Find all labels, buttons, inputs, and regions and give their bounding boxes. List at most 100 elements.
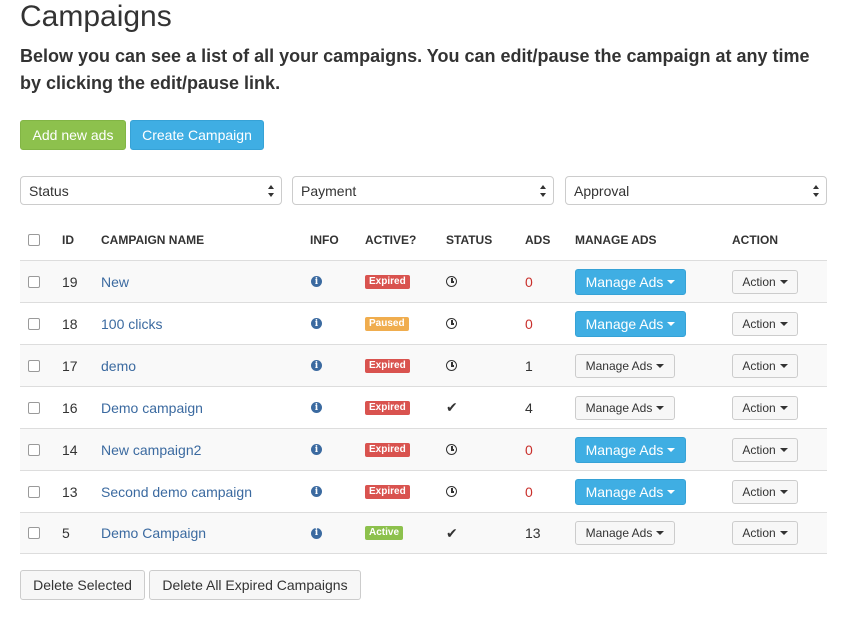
table-row: 16 Demo campaign i Expired ✔ 4 Manage Ads Actio… xyxy=(20,386,827,428)
ads-count: 0 xyxy=(525,483,533,500)
manage-ads-label: Manage Ads xyxy=(585,400,653,415)
payment-filter-select[interactable]: Payment xyxy=(292,176,554,205)
active-badge: Expired xyxy=(365,400,410,415)
table-row: 5 Demo Campaign i Active ✔ 13 Manage Ads Action xyxy=(20,512,827,554)
row-checkbox[interactable] xyxy=(28,401,40,414)
campaign-name-link[interactable]: Second demo campaign xyxy=(101,484,252,500)
header-status: STATUS xyxy=(446,233,493,247)
action-label: Action xyxy=(742,442,776,457)
caret-down-icon xyxy=(779,321,788,326)
header-active: ACTIVE? xyxy=(365,233,417,247)
info-icon[interactable]: i xyxy=(311,444,322,455)
caret-down-icon xyxy=(667,489,676,494)
clock-icon xyxy=(446,276,457,287)
caret-down-icon xyxy=(779,363,788,368)
caret-down-icon xyxy=(779,279,788,284)
manage-ads-button[interactable]: Manage Ads xyxy=(575,353,675,378)
header-ads: ADS xyxy=(525,233,551,247)
select-arrows-icon xyxy=(813,185,819,197)
campaign-name-link[interactable]: 100 clicks xyxy=(101,316,162,332)
campaign-id: 17 xyxy=(62,357,78,374)
action-dropdown-button[interactable]: Action xyxy=(732,395,798,420)
action-label: Action xyxy=(742,274,776,289)
info-icon[interactable]: i xyxy=(311,276,322,287)
check-icon: ✔ xyxy=(446,524,458,541)
action-dropdown-button[interactable]: Action xyxy=(732,269,798,294)
add-new-ads-button[interactable]: Add new ads xyxy=(20,120,126,150)
approval-filter-select[interactable]: Approval xyxy=(565,176,827,205)
row-checkbox[interactable] xyxy=(28,317,40,330)
campaign-id: 14 xyxy=(62,441,78,458)
campaign-name-link[interactable]: Demo Campaign xyxy=(101,525,206,541)
row-checkbox[interactable] xyxy=(28,485,40,498)
ads-count: 4 xyxy=(525,399,533,416)
row-checkbox[interactable] xyxy=(28,443,40,456)
info-icon[interactable]: i xyxy=(311,318,322,329)
header-info: INFO xyxy=(310,233,339,247)
action-dropdown-button[interactable]: Action xyxy=(732,479,798,504)
action-label: Action xyxy=(742,484,776,499)
clock-icon xyxy=(446,486,457,497)
caret-down-icon xyxy=(667,447,676,452)
action-label: Action xyxy=(742,400,776,415)
campaigns-table: ID CAMPAIGN NAME INFO ACTIVE? STATUS ADS… xyxy=(20,220,827,554)
manage-ads-button[interactable]: Manage Ads xyxy=(575,395,675,420)
info-icon[interactable]: i xyxy=(311,402,322,413)
header-manage-ads: MANAGE ADS xyxy=(575,233,657,247)
ads-count: 13 xyxy=(525,525,541,541)
row-checkbox[interactable] xyxy=(28,359,40,372)
manage-ads-label: Manage Ads xyxy=(585,526,653,540)
row-checkbox[interactable] xyxy=(28,275,40,288)
action-dropdown-button[interactable]: Action xyxy=(732,353,798,378)
manage-ads-button[interactable]: Manage Ads xyxy=(575,521,675,545)
campaign-id: 18 xyxy=(62,315,78,332)
clock-icon xyxy=(446,444,457,455)
approval-filter-value: Approval xyxy=(574,182,630,199)
campaign-name-link[interactable]: New campaign2 xyxy=(101,442,201,458)
create-campaign-button[interactable]: Create Campaign xyxy=(130,120,264,150)
table-row: 14 New campaign2 i Expired 0 Manage Ads Action xyxy=(20,428,827,470)
action-dropdown-button[interactable]: Action xyxy=(732,521,798,545)
header-campaign-name: CAMPAIGN NAME xyxy=(101,233,205,247)
campaign-name-link[interactable]: New xyxy=(101,274,129,290)
action-dropdown-button[interactable]: Action xyxy=(732,437,798,462)
table-row: 13 Second demo campaign i Expired 0 Manage Ad… xyxy=(20,470,827,512)
manage-ads-label: Manage Ads xyxy=(585,483,664,500)
manage-ads-button[interactable]: Manage Ads xyxy=(575,268,686,295)
action-dropdown-button[interactable]: Action xyxy=(732,311,798,336)
row-checkbox[interactable] xyxy=(28,527,40,539)
caret-down-icon xyxy=(779,531,788,535)
campaign-name-link[interactable]: Demo campaign xyxy=(101,400,203,416)
manage-ads-button[interactable]: Manage Ads xyxy=(575,310,686,337)
action-label: Action xyxy=(742,316,776,331)
table-header-row: ID CAMPAIGN NAME INFO ACTIVE? STATUS ADS… xyxy=(20,220,827,260)
status-filter-select[interactable]: Status xyxy=(20,176,282,205)
page-title: Campaigns xyxy=(20,0,172,33)
caret-down-icon xyxy=(656,363,665,368)
delete-selected-button[interactable]: Delete Selected xyxy=(20,570,145,600)
ads-count: 1 xyxy=(525,357,533,374)
campaign-name-link[interactable]: demo xyxy=(101,358,136,374)
info-icon[interactable]: i xyxy=(311,486,322,497)
manage-ads-button[interactable]: Manage Ads xyxy=(575,436,686,463)
active-badge: Expired xyxy=(365,358,410,373)
caret-down-icon xyxy=(779,489,788,494)
campaigns-page: Campaigns Below you can see a list of al… xyxy=(0,0,848,620)
manage-ads-button[interactable]: Manage Ads xyxy=(575,478,686,505)
info-icon[interactable]: i xyxy=(311,360,322,371)
select-arrows-icon xyxy=(268,185,274,197)
campaign-id: 13 xyxy=(62,483,78,500)
clock-icon xyxy=(446,318,457,329)
caret-down-icon xyxy=(667,279,676,284)
delete-expired-campaigns-button[interactable]: Delete All Expired Campaigns xyxy=(149,570,361,600)
caret-down-icon xyxy=(779,405,788,410)
campaign-id: 19 xyxy=(62,273,78,290)
clock-icon xyxy=(446,360,457,371)
caret-down-icon xyxy=(779,447,788,452)
active-badge: Expired xyxy=(365,442,410,457)
caret-down-icon xyxy=(656,405,665,410)
info-icon[interactable]: i xyxy=(311,527,322,539)
ads-count: 0 xyxy=(525,273,533,290)
active-badge: Active xyxy=(365,526,404,540)
select-all-checkbox[interactable] xyxy=(28,234,40,246)
